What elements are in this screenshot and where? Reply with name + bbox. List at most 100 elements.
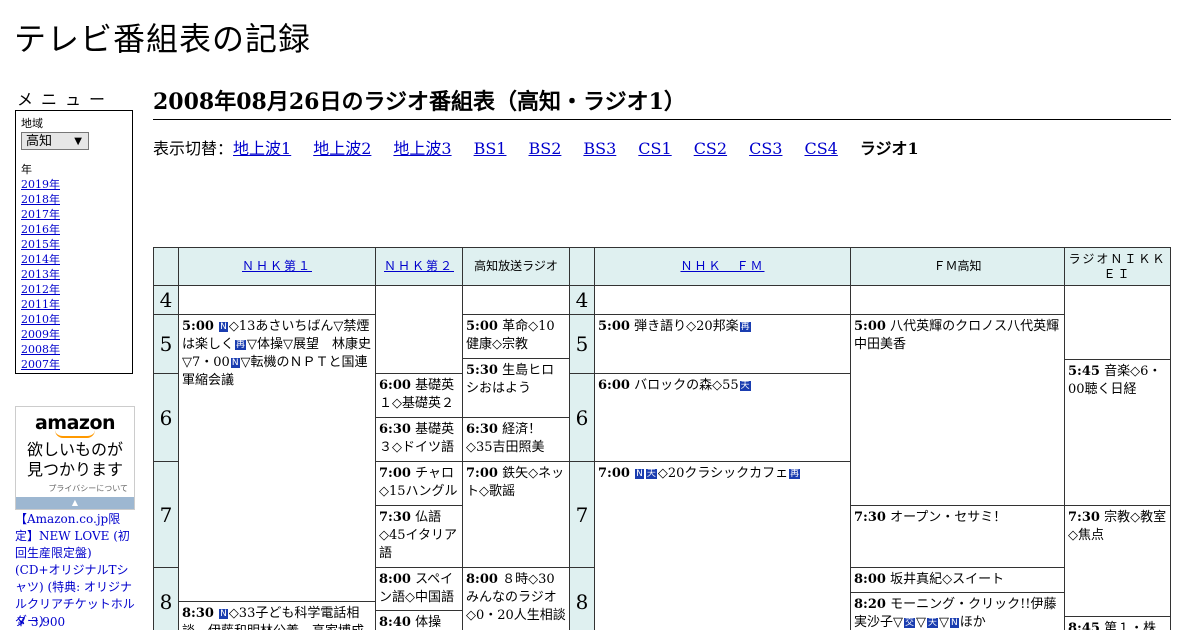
program-cell[interactable]: 8:00 ８時◇30みんなのラジオ◇0・20人生相談: [462, 567, 570, 630]
program-time: 6:30: [466, 422, 498, 437]
program-cell[interactable]: 7:30 宗教◇教室◇焦点: [1064, 505, 1171, 617]
program-title: オープン・セサミ！: [890, 510, 1007, 525]
program-cell[interactable]: 6:30 基礎英３◇ドイツ語: [375, 417, 463, 462]
program-cell[interactable]: 6:30 経済！◇35吉田照美: [462, 417, 570, 462]
program-time: 8:45: [1068, 621, 1100, 630]
year-link-2008[interactable]: 2008年: [21, 342, 127, 357]
ad-expand-icon[interactable]: ▲: [16, 497, 134, 509]
switch-link-cs4[interactable]: CS4: [804, 139, 837, 158]
corner-header-2: [569, 247, 595, 286]
program-cell[interactable]: 7:30 仏語◇45イタリア語: [375, 505, 463, 568]
year-label: 年: [21, 163, 32, 176]
year-link-2013[interactable]: 2013年: [21, 267, 127, 282]
year-link-2015[interactable]: 2015年: [21, 237, 127, 252]
news-mark-icon: N: [635, 469, 644, 479]
channel-header-nhk1[interactable]: ＮＨＫ第１: [178, 247, 376, 286]
hour-cell: 8: [153, 567, 179, 630]
year-link-2011[interactable]: 2011年: [21, 297, 127, 312]
program-time: 5:00: [854, 319, 886, 334]
year-link-2017[interactable]: 2017年: [21, 207, 127, 222]
switch-link-cs2[interactable]: CS2: [694, 139, 727, 158]
channel-link-nhk1[interactable]: ＮＨＫ第１: [242, 259, 312, 274]
switch-link-terrestrial3[interactable]: 地上波3: [393, 139, 451, 158]
channel-label-nikkei: ラジオＮＩＫＫＥＩ: [1068, 251, 1167, 281]
program-cell[interactable]: 6:00 基礎英１◇基礎英２: [375, 373, 463, 418]
program-cell[interactable]: 8:00 坂井真紀◇スイート: [850, 567, 1065, 593]
program-cell[interactable]: 5:00 弾き語り◇20邦楽再: [594, 314, 851, 374]
chevron-down-icon: ▼: [74, 136, 82, 147]
news-mark-icon: N: [219, 609, 228, 619]
program-empty: [594, 285, 851, 315]
program-empty: [462, 285, 570, 315]
program-cell[interactable]: 5:00 N ◇13あさいちばん▽禁煙は楽しく再 ▽体操▽展望 林康史▽7・00 N ▽…: [178, 314, 376, 602]
program-cell[interactable]: 8:40 体操: [375, 610, 463, 630]
channel-header-nhk2[interactable]: ＮＨＫ第２: [375, 247, 463, 286]
hour-cell: 7: [153, 461, 179, 568]
channel-link-nhkfm[interactable]: ＮＨＫ ＦＭ: [680, 259, 764, 274]
program-time: 8:00: [466, 572, 498, 587]
year-link-2007[interactable]: 2007年: [21, 357, 127, 372]
switch-link-terrestrial1[interactable]: 地上波1: [233, 139, 291, 158]
channel-link-nhk2[interactable]: ＮＨＫ第２: [384, 259, 454, 274]
weather-mark-icon: 天: [739, 381, 751, 391]
program-time: 5:00: [598, 319, 630, 334]
program-cell[interactable]: 5:00 革命◇10健康◇宗教: [462, 314, 570, 359]
program-cell[interactable]: 7:00 鉄矢◇ネット◇歌謡: [462, 461, 570, 568]
year-link-2016[interactable]: 2016年: [21, 222, 127, 237]
ad-line-2: 見つかります: [26, 460, 123, 479]
program-cell[interactable]: 7:00 チャロ◇15ハングル: [375, 461, 463, 506]
stereo-mark-icon: 再: [235, 340, 247, 350]
program-empty: [178, 285, 376, 315]
site-title: テレビ番組表の記録: [14, 20, 312, 58]
program-cell[interactable]: 5:00 八代英輝のクロノス八代英輝 中田美香: [850, 314, 1065, 506]
program-cell[interactable]: 7:30 オープン・セサミ！: [850, 505, 1065, 568]
channel-header-fmkochi: ＦＭ高知: [850, 247, 1065, 286]
page-title: 2008年08月26日のラジオ番組表（高知・ラジオ1）: [153, 84, 1171, 120]
program-cell[interactable]: 7:00 N 天 ◇20クラシックカフェ再: [594, 461, 851, 630]
menu-title: メニュー: [17, 90, 114, 109]
program-title: 弾き語り◇20邦楽: [634, 319, 739, 334]
year-link-2014[interactable]: 2014年: [21, 252, 127, 267]
year-link-2018[interactable]: 2018年: [21, 192, 127, 207]
program-cell[interactable]: 8:45 第１・株式: [1064, 616, 1171, 630]
program-cell[interactable]: 6:00 バロックの森◇55 天: [594, 373, 851, 462]
channel-header-nhkfm[interactable]: ＮＨＫ ＦＭ: [594, 247, 851, 286]
switch-link-cs3[interactable]: CS3: [749, 139, 782, 158]
switch-link-terrestrial2[interactable]: 地上波2: [313, 139, 371, 158]
ad-privacy-link[interactable]: プライバシーについて: [16, 483, 134, 494]
program-time: 5:45: [1068, 364, 1100, 379]
program-cell[interactable]: 5:45 音楽◇6・00聴く日経: [1064, 359, 1171, 506]
year-link-2009[interactable]: 2009年: [21, 327, 127, 342]
program-time: 7:30: [379, 510, 411, 525]
switch-link-cs1[interactable]: CS1: [638, 139, 671, 158]
program-cell[interactable]: 5:30 生島ヒロシおはよう: [462, 358, 570, 418]
program-cell[interactable]: 8:20 モーニング・クリック!!伊藤実沙子▽ 交 ▽ 天 ▽ N ほか: [850, 592, 1065, 630]
amazon-ad-banner[interactable]: amazon 欲しいものが 見つかります プライバシーについて ▲: [15, 406, 135, 510]
program-time: 7:00: [598, 466, 630, 481]
switch-link-bs2[interactable]: BS2: [528, 139, 561, 158]
traffic-mark-icon: 交: [904, 618, 916, 628]
hour-cell: 7: [569, 461, 595, 568]
program-cell[interactable]: 8:00 スペイン語◇中国語: [375, 567, 463, 611]
switch-link-bs3[interactable]: BS3: [583, 139, 616, 158]
switch-current: ラジオ1: [859, 139, 919, 158]
hour-cell: 8: [569, 567, 595, 630]
ad-price: ￥ 3,900: [15, 615, 66, 629]
weather-mark-icon: 天: [927, 618, 939, 628]
program-time: 8:20: [854, 597, 886, 612]
year-link-2010[interactable]: 2010年: [21, 312, 127, 327]
program-empty: [1064, 285, 1171, 360]
region-label: 地域: [21, 117, 43, 130]
year-link-2019[interactable]: 2019年: [21, 177, 127, 192]
region-select[interactable]: 高知 ▼: [21, 132, 89, 150]
hour-cell: 5: [569, 314, 595, 374]
program-cell[interactable]: 8:30 N◇33子ども科学電話相談 伊藤和明林公義 高家博成: [178, 601, 376, 630]
switch-link-bs1[interactable]: BS1: [474, 139, 507, 158]
program-time: 5:00: [182, 319, 214, 334]
program-title: 体操: [415, 615, 442, 630]
channel-header-nikkei: ラジオＮＩＫＫＥＩ: [1064, 247, 1171, 286]
corner-header: [153, 247, 179, 286]
program-time: 6:30: [379, 422, 411, 437]
year-link-2012[interactable]: 2012年: [21, 282, 127, 297]
news-mark-icon: N: [950, 618, 959, 628]
